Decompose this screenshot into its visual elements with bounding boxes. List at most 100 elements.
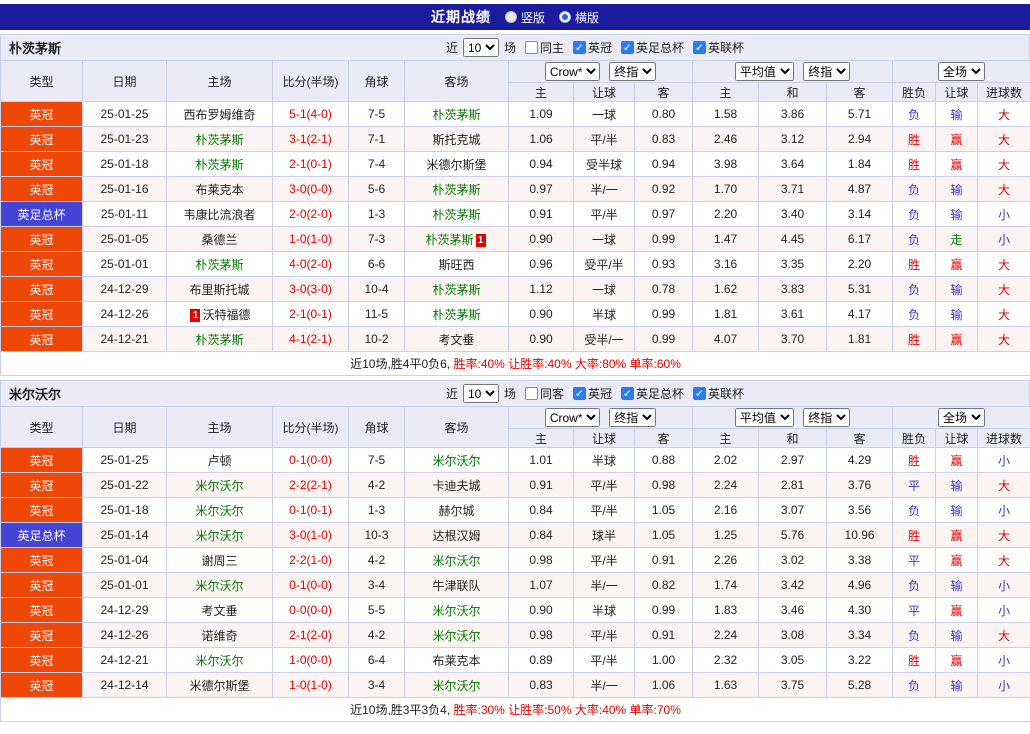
league-badge: 英冠	[0, 597, 83, 623]
summary-rates: 胜率:40% 让胜率:40% 大率:80% 单率:60%	[450, 357, 681, 371]
eflcup-checkbox[interactable]	[693, 41, 707, 54]
result-wdl-cell: 平	[892, 472, 937, 498]
home-team-cell: 米尔沃尔	[166, 497, 273, 523]
recent-results-header-bar: 近期战绩 竖版 横版	[0, 4, 1030, 30]
championship-checkbox[interactable]	[573, 41, 586, 54]
result-wdl-cell: 胜	[892, 126, 937, 152]
league-filter-eflcup[interactable]: 英联杯	[693, 39, 744, 56]
corner-cell: 5-6	[348, 176, 405, 202]
odds-cell-5: 1.81	[826, 326, 894, 352]
odds-cell-2: 0.83	[633, 126, 694, 152]
recent-count-select[interactable]: 10	[462, 38, 499, 57]
same-venue-checkbox[interactable]	[524, 387, 538, 400]
same-venue-checkbox[interactable]	[524, 41, 538, 54]
odds-cell-3: 1.81	[692, 301, 760, 327]
date-cell: 25-01-01	[82, 251, 167, 277]
result-goals-cell: 小	[977, 672, 1030, 698]
recent-count-select[interactable]: 10	[462, 384, 499, 403]
odds-cell-3: 2.26	[692, 547, 760, 573]
odds-cell-3: 3.98	[692, 151, 760, 177]
date-cell: 25-01-18	[82, 151, 167, 177]
odds-cell-0: 0.91	[508, 201, 574, 227]
odds-cell-1: 平/半	[573, 547, 635, 573]
eflcup-checkbox[interactable]	[693, 387, 707, 400]
league-badge: 英冠	[0, 251, 83, 277]
facup-checkbox[interactable]	[621, 387, 635, 400]
odds-time-select[interactable]: 终指	[609, 408, 657, 427]
odds-cell-0: 0.90	[508, 301, 574, 327]
date-cell: 25-01-14	[82, 522, 167, 548]
col-home: 主场	[166, 406, 273, 448]
facup-label: 英足总杯	[636, 41, 685, 55]
summary-row: 近10场,胜3平3负4, 胜率:30% 让胜率:50% 大率:40% 单率:70…	[0, 697, 1030, 722]
odds-cell-3: 1.25	[692, 522, 760, 548]
col-eu-home: 主	[692, 82, 760, 102]
home-team-cell: 米德尔斯堡	[166, 672, 273, 698]
odds-cell-1: 半球	[573, 597, 635, 623]
result-goals-cell: 小	[977, 572, 1030, 598]
odds-cell-0: 0.96	[508, 251, 574, 277]
odds-cell-0: 1.06	[508, 126, 574, 152]
team-name: 朴茨茅斯	[9, 41, 62, 56]
odds-cell-1: 半/一	[573, 672, 635, 698]
europe-time-select[interactable]: 终指	[803, 62, 851, 81]
home-team-cell: 朴茨茅斯	[166, 251, 273, 277]
europe-time-select[interactable]: 终指	[803, 408, 851, 427]
odds-cell-4: 3.08	[758, 622, 828, 648]
result-handicap-cell: 赢	[935, 151, 979, 177]
odds-cell-5: 4.87	[826, 176, 894, 202]
odds-source-select[interactable]: Crow*	[544, 62, 600, 81]
scope-select[interactable]: 全场	[938, 62, 986, 81]
score-cell: 1-0(1-0)	[272, 226, 349, 252]
odds-source-select[interactable]: Crow*	[544, 408, 600, 427]
layout-option-vertical[interactable]: 竖版	[504, 9, 545, 26]
layout-option-horizontal[interactable]: 横版	[559, 9, 599, 26]
odds-cell-4: 4.45	[758, 226, 828, 252]
odds-cell-5: 1.84	[826, 151, 894, 177]
col-eu-draw: 和	[758, 82, 828, 102]
result-handicap-cell: 赢	[935, 447, 979, 473]
league-filter-championship[interactable]: 英冠	[573, 39, 612, 56]
col-result-handicap: 让球	[935, 82, 979, 102]
championship-checkbox[interactable]	[573, 387, 586, 400]
col-ah-home: 主	[508, 428, 574, 448]
scope-select[interactable]: 全场	[938, 408, 986, 427]
odds-cell-3: 2.02	[692, 447, 760, 473]
col-ah-away: 客	[633, 82, 694, 102]
same-venue-filter[interactable]: 同主	[524, 39, 564, 56]
away-team-cell: 牛津联队	[404, 572, 509, 598]
radio-horizontal-icon[interactable]	[559, 11, 571, 23]
league-filter-facup[interactable]: 英足总杯	[621, 39, 684, 56]
away-team-cell: 朴茨茅斯	[404, 176, 509, 202]
facup-checkbox[interactable]	[621, 41, 635, 54]
date-cell: 25-01-16	[82, 176, 167, 202]
europe-source-select[interactable]: 平均值	[734, 408, 794, 427]
odds-cell-3: 1.74	[692, 572, 760, 598]
date-cell: 25-01-18	[82, 497, 167, 523]
odds-cell-1: 受平/半	[573, 251, 635, 277]
same-venue-filter[interactable]: 同客	[524, 385, 564, 402]
league-filter-eflcup[interactable]: 英联杯	[693, 385, 744, 402]
team-name-text: 考文垂	[438, 332, 475, 347]
recent-matches-table: 类型 日期 主场 比分(半场) 角球 客场 Crow* 终指 平均值 终指 全场	[0, 60, 1030, 376]
radio-vertical-icon[interactable]	[504, 11, 517, 23]
odds-cell-5: 4.17	[826, 301, 894, 327]
away-team-cell: 朴茨茅斯 1	[404, 226, 509, 252]
europe-odds-group: 平均值 终指	[692, 60, 894, 83]
odds-cell-2: 0.91	[633, 547, 694, 573]
result-handicap-cell: 走	[935, 226, 979, 252]
corner-cell: 5-5	[348, 597, 405, 623]
europe-source-select[interactable]: 平均值	[734, 62, 794, 81]
league-filter-championship[interactable]: 英冠	[573, 385, 612, 402]
league-badge: 英足总杯	[0, 201, 83, 227]
away-team-cell: 布莱克本	[404, 647, 509, 673]
match-row: 英冠 24-12-21 朴茨茅斯 4-1(2-1) 10-2 考文垂 0.90 受半/一 0.9…	[0, 326, 1030, 352]
home-team-cell: 布莱克本	[166, 176, 273, 202]
match-row: 英冠 25-01-01 米尔沃尔 0-1(0-0) 3-4 牛津联队 1.07 半/一 0.82…	[0, 572, 1030, 598]
league-filter-facup[interactable]: 英足总杯	[621, 385, 684, 402]
odds-time-select[interactable]: 终指	[609, 62, 657, 81]
odds-cell-4: 3.35	[758, 251, 828, 277]
team-name-text: 米尔沃尔	[432, 603, 481, 618]
odds-cell-5: 4.96	[826, 572, 894, 598]
score-cell: 3-0(3-0)	[272, 276, 349, 302]
